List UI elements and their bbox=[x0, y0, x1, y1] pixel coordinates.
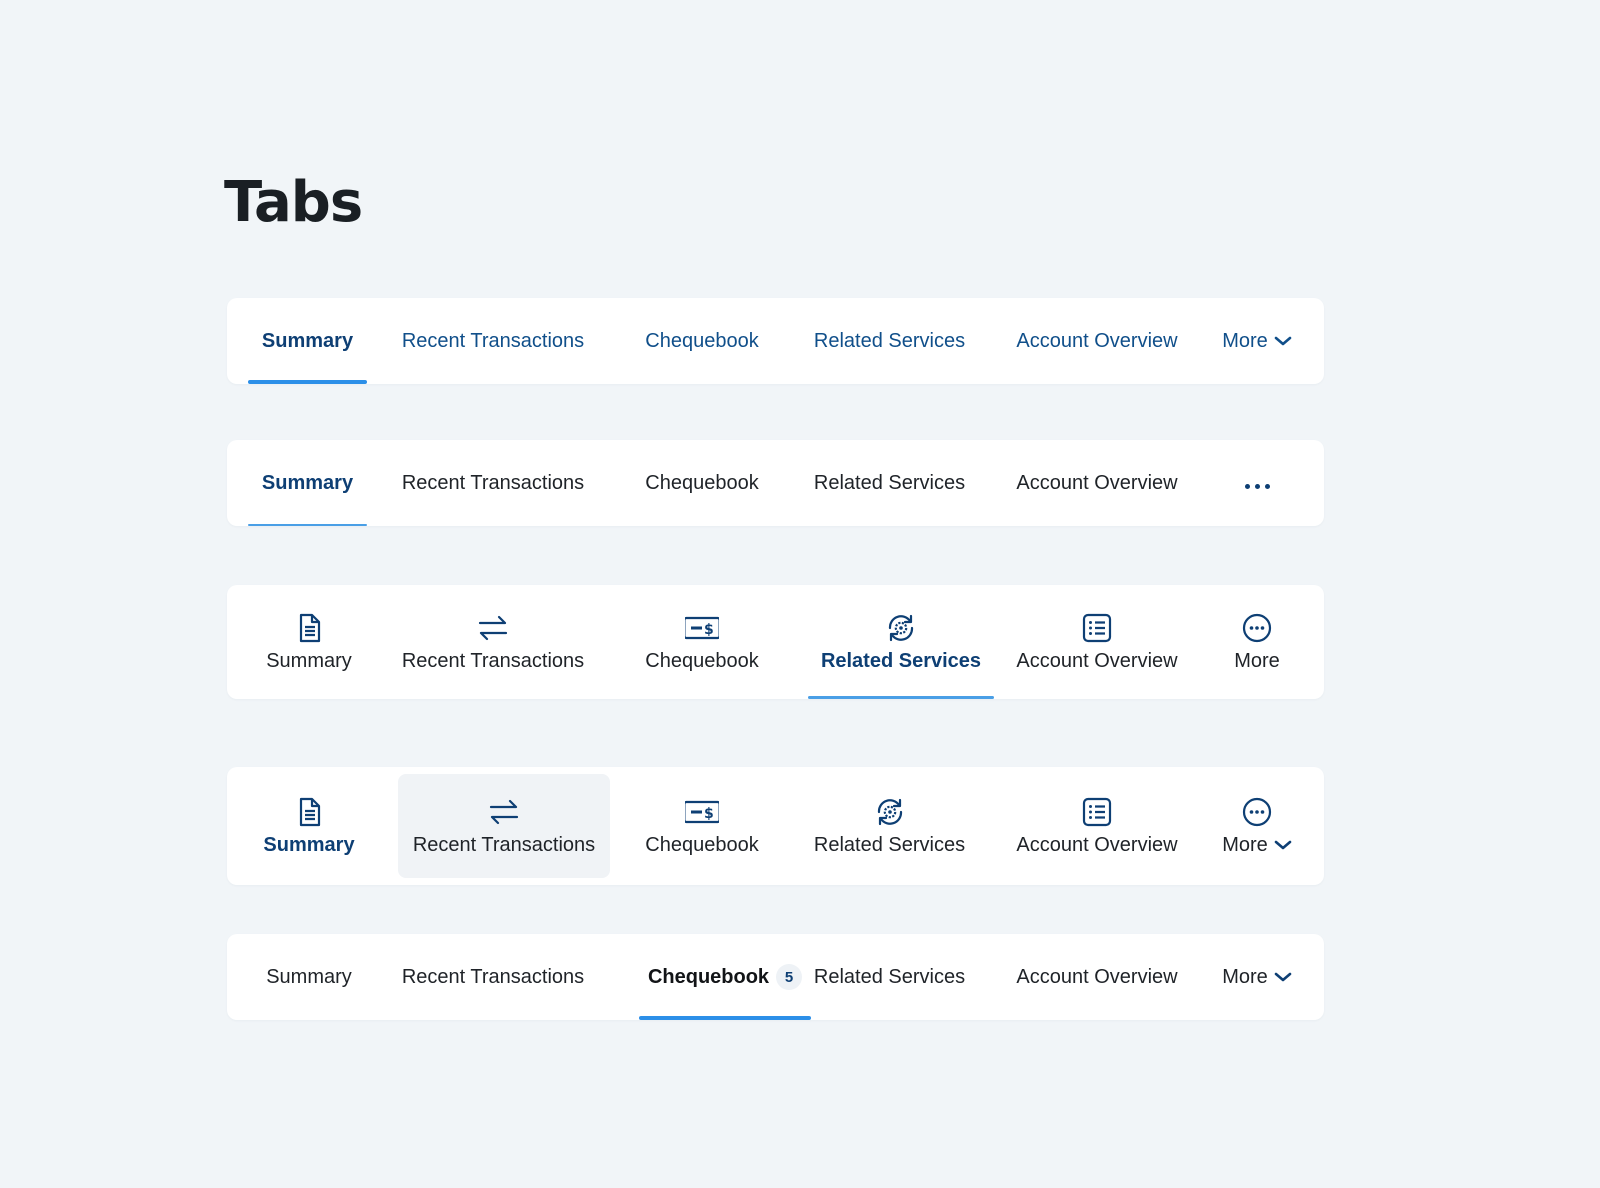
tab-label: Chequebook bbox=[645, 834, 759, 856]
tab-label: Summary bbox=[261, 472, 354, 494]
tab-label: Recent Transactions bbox=[412, 834, 596, 856]
tab-bar-icons: Summary Recent Transactions $ Chequebook… bbox=[227, 585, 1324, 699]
list-icon bbox=[1080, 795, 1114, 829]
tab-chequebook[interactable]: $ Chequebook bbox=[643, 585, 761, 699]
tab-account-overview[interactable]: Account Overview bbox=[1015, 767, 1179, 885]
tab-bar-badge: Summary Recent Transactions Chequebook 5… bbox=[227, 934, 1324, 1020]
svg-text:$: $ bbox=[704, 806, 714, 822]
count-badge: 5 bbox=[776, 964, 803, 990]
tab-more[interactable]: More bbox=[1209, 298, 1305, 384]
tab-more[interactable]: More bbox=[1218, 585, 1296, 699]
tab-related-services[interactable]: Related Services bbox=[814, 934, 965, 1020]
active-tab-indicator bbox=[808, 696, 994, 699]
tab-label: More bbox=[1234, 650, 1280, 672]
tab-label: Recent Transactions bbox=[401, 472, 585, 494]
tab-label: Chequebook bbox=[647, 966, 770, 988]
tab-recent-transactions[interactable]: Recent Transactions bbox=[401, 934, 585, 1020]
tab-label: Chequebook bbox=[645, 472, 759, 494]
tab-label: More bbox=[1222, 834, 1268, 856]
tab-label: Related Services bbox=[813, 330, 966, 352]
tab-label: Summary bbox=[263, 834, 355, 856]
tab-label: More bbox=[1222, 966, 1268, 988]
tab-label: Related Services bbox=[820, 650, 982, 672]
gear-refresh-icon bbox=[873, 795, 907, 829]
tab-recent-transactions[interactable]: Recent Transactions bbox=[401, 440, 585, 526]
tab-summary[interactable]: Summary bbox=[248, 934, 370, 1020]
tab-bar-text: Summary Recent Transactions Chequebook R… bbox=[227, 298, 1324, 384]
transfer-arrows-icon bbox=[487, 795, 521, 829]
tab-account-overview[interactable]: Account Overview bbox=[1015, 585, 1179, 699]
cheque-icon: $ bbox=[685, 611, 719, 645]
tab-label: Recent Transactions bbox=[401, 650, 585, 672]
tab-related-services[interactable]: Related Services bbox=[814, 440, 965, 526]
transfer-arrows-icon bbox=[476, 611, 510, 645]
tab-label: Summary bbox=[266, 650, 352, 672]
ellipsis-icon bbox=[1244, 483, 1270, 489]
tab-summary[interactable]: Summary bbox=[248, 440, 367, 526]
chevron-down-icon bbox=[1274, 971, 1292, 983]
tab-chequebook[interactable]: Chequebook bbox=[643, 298, 761, 384]
document-icon bbox=[292, 795, 326, 829]
gear-refresh-icon bbox=[884, 611, 918, 645]
tab-label: More bbox=[1222, 330, 1268, 352]
tab-label: Chequebook bbox=[645, 330, 759, 352]
tab-label: Related Services bbox=[813, 834, 966, 856]
tab-overflow[interactable] bbox=[1227, 440, 1287, 526]
tab-account-overview[interactable]: Account Overview bbox=[1015, 298, 1179, 384]
tab-label: Related Services bbox=[813, 472, 966, 494]
tab-account-overview[interactable]: Account Overview bbox=[1015, 934, 1179, 1020]
list-icon bbox=[1080, 611, 1114, 645]
active-tab-indicator bbox=[248, 380, 367, 384]
more-circle-icon bbox=[1240, 611, 1274, 645]
tab-label: Related Services bbox=[813, 966, 966, 988]
active-tab-indicator bbox=[639, 1016, 811, 1020]
tab-label: Account Overview bbox=[1016, 650, 1178, 672]
tab-label: Recent Transactions bbox=[401, 966, 585, 988]
tab-related-services[interactable]: Related Services bbox=[814, 298, 965, 384]
page-title: Tabs bbox=[224, 170, 363, 235]
tab-summary[interactable]: Summary bbox=[248, 298, 367, 384]
tab-more[interactable]: More bbox=[1209, 934, 1305, 1020]
tab-chequebook[interactable]: Chequebook 5 bbox=[639, 934, 811, 1020]
tab-label: Account Overview bbox=[1016, 330, 1178, 352]
chevron-down-icon bbox=[1274, 839, 1292, 851]
document-icon bbox=[292, 611, 326, 645]
tab-related-services[interactable]: Related Services bbox=[814, 767, 965, 885]
active-tab-indicator bbox=[248, 524, 367, 526]
tab-recent-transactions[interactable]: Recent Transactions bbox=[398, 774, 610, 878]
tab-label: Recent Transactions bbox=[401, 330, 585, 352]
tab-account-overview[interactable]: Account Overview bbox=[1015, 440, 1179, 526]
tab-bar-icons-hover: Summary Recent Transactions $ Chequebook… bbox=[227, 767, 1324, 885]
svg-text:$: $ bbox=[704, 622, 714, 638]
tab-label: Account Overview bbox=[1016, 834, 1178, 856]
tab-bar-overflow: Summary Recent Transactions Chequebook R… bbox=[227, 440, 1324, 526]
tab-label: Chequebook bbox=[645, 650, 759, 672]
tab-recent-transactions[interactable]: Recent Transactions bbox=[401, 585, 585, 699]
tab-related-services[interactable]: Related Services bbox=[808, 585, 994, 699]
tab-label: Summary bbox=[261, 330, 354, 352]
tab-recent-transactions[interactable]: Recent Transactions bbox=[401, 298, 585, 384]
tab-chequebook[interactable]: $ Chequebook bbox=[643, 767, 761, 885]
tab-label: Account Overview bbox=[1016, 966, 1178, 988]
tab-summary[interactable]: Summary bbox=[248, 585, 370, 699]
cheque-icon: $ bbox=[685, 795, 719, 829]
tab-summary[interactable]: Summary bbox=[248, 767, 370, 885]
more-circle-icon bbox=[1240, 795, 1274, 829]
tab-label: Account Overview bbox=[1016, 472, 1178, 494]
tab-more[interactable]: More bbox=[1209, 767, 1305, 885]
tab-label: Summary bbox=[266, 966, 352, 988]
chevron-down-icon bbox=[1274, 335, 1292, 347]
tab-chequebook[interactable]: Chequebook bbox=[643, 440, 761, 526]
